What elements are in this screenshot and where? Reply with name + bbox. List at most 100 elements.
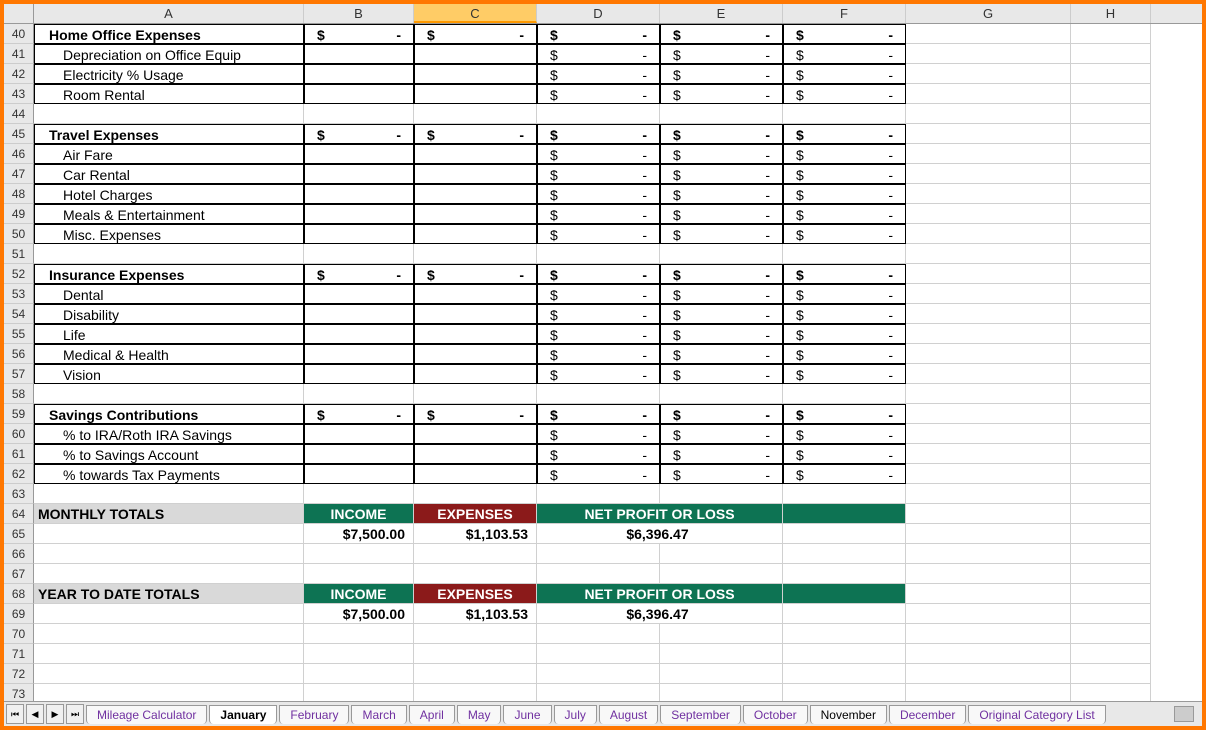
cell[interactable] (304, 64, 414, 84)
cell[interactable] (414, 244, 537, 264)
row-header-49[interactable]: 49 (4, 204, 34, 224)
cell[interactable]: $- (537, 284, 660, 304)
cell[interactable] (414, 84, 537, 104)
cell[interactable] (304, 144, 414, 164)
row-header-73[interactable]: 73 (4, 684, 34, 701)
cell[interactable] (414, 664, 537, 684)
cell[interactable]: $- (783, 124, 906, 144)
cell[interactable] (906, 544, 1071, 564)
cell[interactable]: NET PROFIT OR LOSS (537, 504, 783, 524)
cell[interactable] (783, 584, 906, 604)
col-header-A[interactable]: A (34, 4, 304, 23)
cell[interactable]: $- (783, 304, 906, 324)
category-title[interactable]: Travel Expenses (34, 124, 304, 144)
cell[interactable]: $- (660, 284, 783, 304)
row-header-65[interactable]: 65 (4, 524, 34, 544)
cell[interactable] (906, 264, 1071, 284)
cell[interactable] (304, 44, 414, 64)
cell[interactable]: $- (414, 404, 537, 424)
cell[interactable]: $- (660, 424, 783, 444)
cell[interactable] (1071, 464, 1151, 484)
sheet-tab[interactable]: January (209, 705, 277, 724)
cell[interactable]: $- (660, 304, 783, 324)
cell[interactable] (304, 324, 414, 344)
cell[interactable] (414, 644, 537, 664)
cell[interactable] (537, 244, 660, 264)
cell[interactable]: $7,500.00 (304, 524, 414, 544)
cell[interactable] (906, 304, 1071, 324)
cell[interactable] (414, 624, 537, 644)
cell[interactable] (906, 644, 1071, 664)
row-header-70[interactable]: 70 (4, 624, 34, 644)
cell[interactable] (660, 664, 783, 684)
cell[interactable] (783, 504, 906, 524)
row-header-48[interactable]: 48 (4, 184, 34, 204)
cell[interactable] (1071, 424, 1151, 444)
cell[interactable]: $- (304, 124, 414, 144)
cell[interactable] (1071, 304, 1151, 324)
cell[interactable] (1071, 684, 1151, 701)
cell[interactable] (906, 224, 1071, 244)
cell[interactable] (414, 304, 537, 324)
cell[interactable] (906, 64, 1071, 84)
cell[interactable]: $- (537, 184, 660, 204)
expense-label[interactable]: Depreciation on Office Equip (34, 44, 304, 64)
cell[interactable]: $- (660, 84, 783, 104)
cell[interactable]: $7,500.00 (304, 604, 414, 624)
expense-label[interactable]: Electricity % Usage (34, 64, 304, 84)
cell[interactable] (1071, 664, 1151, 684)
cell[interactable] (414, 104, 537, 124)
cell[interactable] (537, 644, 660, 664)
cell[interactable] (304, 384, 414, 404)
cell[interactable]: $6,396.47 (537, 524, 783, 544)
cell[interactable] (906, 564, 1071, 584)
cell[interactable] (304, 224, 414, 244)
cell[interactable] (906, 584, 1071, 604)
cell[interactable] (304, 644, 414, 664)
cell[interactable] (414, 44, 537, 64)
sheet-tab[interactable]: July (554, 705, 597, 724)
cell[interactable] (1071, 84, 1151, 104)
cell[interactable] (414, 224, 537, 244)
cell[interactable] (304, 284, 414, 304)
cell[interactable] (537, 664, 660, 684)
row-header-59[interactable]: 59 (4, 404, 34, 424)
cell[interactable] (906, 464, 1071, 484)
cell[interactable] (906, 364, 1071, 384)
expense-label[interactable]: Medical & Health (34, 344, 304, 364)
cell[interactable] (906, 284, 1071, 304)
cell[interactable]: $- (537, 164, 660, 184)
cell[interactable]: $- (660, 164, 783, 184)
cell[interactable] (1071, 284, 1151, 304)
expense-label[interactable]: Life (34, 324, 304, 344)
expense-label[interactable]: % to IRA/Roth IRA Savings (34, 424, 304, 444)
cell[interactable] (34, 524, 304, 544)
cell[interactable] (1071, 224, 1151, 244)
cell[interactable] (906, 44, 1071, 64)
row-header-47[interactable]: 47 (4, 164, 34, 184)
category-title[interactable]: Insurance Expenses (34, 264, 304, 284)
cell[interactable]: $- (304, 24, 414, 44)
cell[interactable] (537, 484, 660, 504)
cell[interactable] (414, 64, 537, 84)
cell[interactable] (1071, 524, 1151, 544)
cell[interactable]: $- (660, 144, 783, 164)
cell[interactable] (906, 124, 1071, 144)
cell[interactable] (304, 464, 414, 484)
cell[interactable] (304, 664, 414, 684)
cell[interactable] (906, 624, 1071, 644)
expense-label[interactable]: % towards Tax Payments (34, 464, 304, 484)
cell[interactable]: $- (660, 224, 783, 244)
row-header-52[interactable]: 52 (4, 264, 34, 284)
cell[interactable] (906, 24, 1071, 44)
cell[interactable] (1071, 404, 1151, 424)
col-header-C[interactable]: C (414, 4, 537, 23)
sheet-tab[interactable]: August (599, 705, 658, 724)
cell[interactable]: $- (783, 184, 906, 204)
cell[interactable]: $- (660, 204, 783, 224)
cell[interactable] (537, 684, 660, 701)
expense-label[interactable]: Air Fare (34, 144, 304, 164)
cell[interactable]: $- (537, 64, 660, 84)
cell[interactable] (304, 244, 414, 264)
cell[interactable] (414, 204, 537, 224)
